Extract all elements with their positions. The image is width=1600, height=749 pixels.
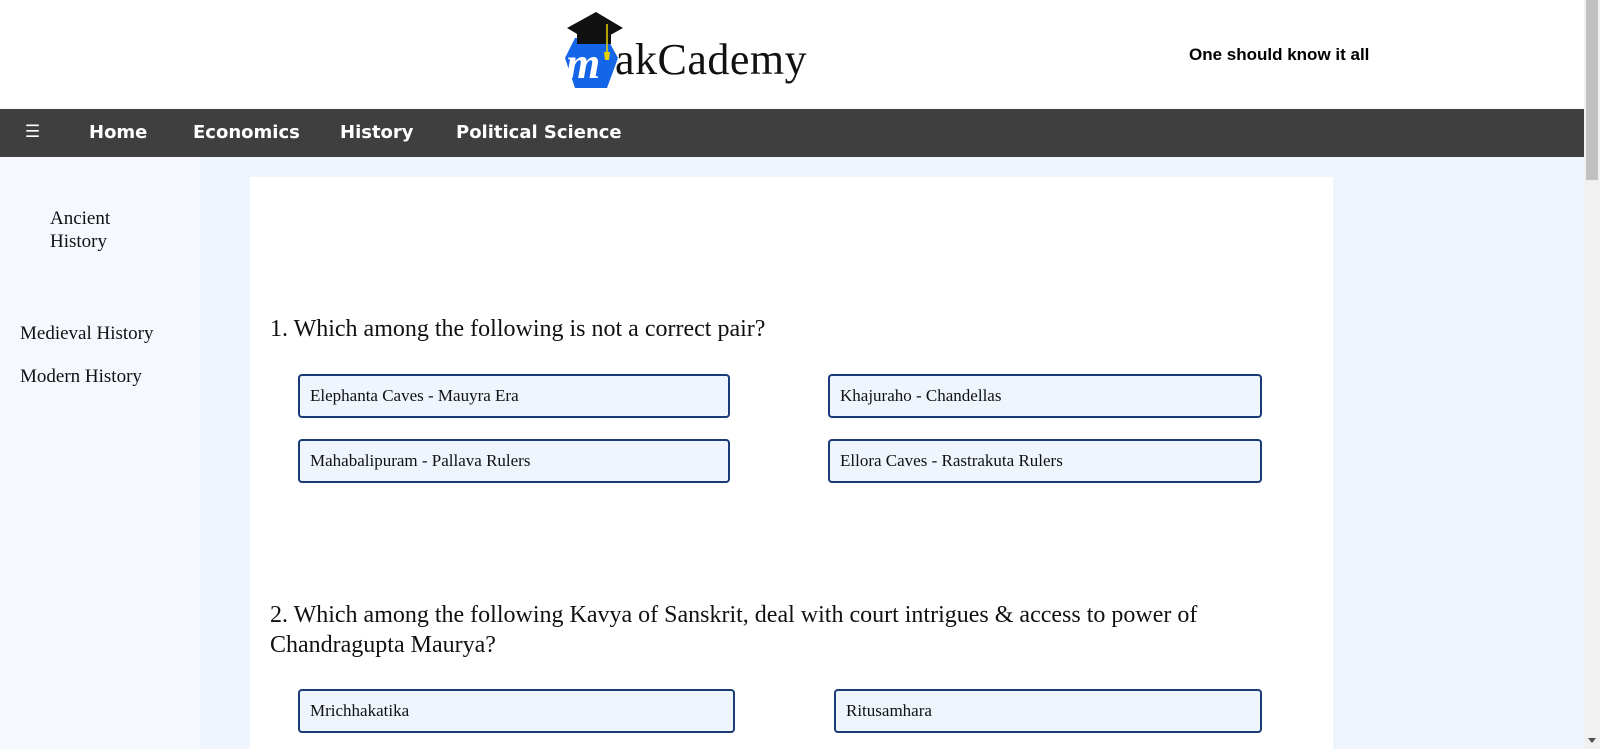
question-2-option-a[interactable]: Mrichhakatika xyxy=(298,689,735,733)
logo-text: akCademy xyxy=(615,35,808,84)
question-1-option-c[interactable]: Mahabalipuram - Pallava Rulers xyxy=(298,439,730,483)
scroll-down-arrow-icon[interactable] xyxy=(1588,738,1596,743)
question-1-option-a[interactable]: Elephanta Caves - Mauyra Era xyxy=(298,374,730,418)
sidebar-item-ancient-history[interactable]: Ancient History xyxy=(50,207,150,253)
question-2-option-b[interactable]: Ritusamhara xyxy=(834,689,1262,733)
site-logo[interactable]: m akCademy xyxy=(563,12,823,94)
site-tagline: One should know it all xyxy=(1189,45,1370,64)
sidebar-item-medieval-history[interactable]: Medieval History xyxy=(20,323,154,345)
page-scrollbar[interactable] xyxy=(1584,0,1600,749)
sidebar: Ancient History Medieval History Modern … xyxy=(0,157,200,749)
question-1-option-b[interactable]: Khajuraho - Chandellas xyxy=(828,374,1262,418)
nav-history[interactable]: History xyxy=(340,121,414,145)
main-navbar: ☰ Home Economics History Political Scien… xyxy=(0,109,1584,157)
question-2-text: 2. Which among the following Kavya of Sa… xyxy=(270,602,1198,658)
nav-economics[interactable]: Economics xyxy=(193,121,300,145)
nav-political-science[interactable]: Political Science xyxy=(456,121,622,145)
logo-letter: m xyxy=(566,39,601,88)
quiz-content: 1. Which among the following is not a co… xyxy=(250,177,1333,749)
sidebar-item-modern-history[interactable]: Modern History xyxy=(20,366,142,388)
nav-home[interactable]: Home xyxy=(89,121,147,145)
question-1-option-d[interactable]: Ellora Caves - Rastrakuta Rulers xyxy=(828,439,1262,483)
hamburger-menu-icon[interactable]: ☰ xyxy=(24,121,41,143)
scrollbar-thumb[interactable] xyxy=(1586,0,1598,180)
site-header: m akCademy One should know it all xyxy=(0,0,1584,109)
question-1-text: 1. Which among the following is not a co… xyxy=(270,316,766,342)
